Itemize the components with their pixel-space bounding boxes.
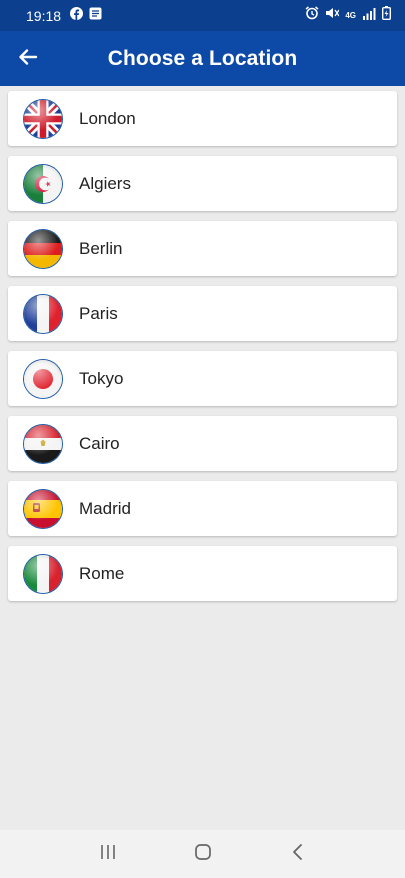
italy-flag-icon	[24, 554, 62, 593]
location-name: London	[79, 108, 136, 128]
location-name: Rome	[79, 563, 125, 583]
recents-icon	[99, 844, 117, 865]
egypt-flag-icon	[24, 424, 62, 463]
location-item-berlin[interactable]: Berlin	[8, 221, 397, 276]
app-bar: Choose a Location	[0, 31, 405, 86]
facebook-icon	[70, 6, 84, 25]
uk-flag-icon	[24, 99, 62, 138]
battery-icon	[381, 6, 391, 25]
location-item-cairo[interactable]: Cairo	[8, 416, 397, 471]
page-title: Choose a Location	[107, 46, 298, 70]
germany-flag-icon	[24, 229, 62, 268]
system-nav-bar	[0, 830, 405, 878]
location-name: Paris	[79, 303, 118, 323]
location-list: London Algiers Berlin Paris Tokyo Cairo …	[8, 91, 397, 611]
spain-flag-icon	[24, 489, 62, 528]
mute-icon	[325, 6, 340, 25]
status-time: 19:18	[26, 7, 62, 24]
location-name: Cairo	[79, 433, 120, 453]
home-icon	[194, 843, 212, 866]
france-flag-icon	[24, 294, 62, 333]
location-name: Tokyo	[79, 368, 124, 388]
location-name: Madrid	[79, 498, 131, 518]
location-item-tokyo[interactable]: Tokyo	[8, 351, 397, 406]
location-name: Berlin	[79, 238, 123, 258]
japan-flag-icon	[24, 359, 62, 398]
alarm-icon	[305, 6, 319, 25]
algeria-flag-icon	[24, 164, 62, 203]
back-button[interactable]	[14, 45, 42, 73]
location-item-rome[interactable]: Rome	[8, 546, 397, 601]
location-item-paris[interactable]: Paris	[8, 286, 397, 341]
location-item-madrid[interactable]: Madrid	[8, 481, 397, 536]
nav-back-button[interactable]	[283, 839, 313, 869]
network-4g-icon: 4G	[345, 10, 356, 20]
back-icon	[291, 843, 305, 866]
location-item-algiers[interactable]: Algiers	[8, 156, 397, 211]
home-button[interactable]	[188, 839, 218, 869]
recents-button[interactable]	[93, 839, 123, 869]
arrow-left-icon	[18, 47, 38, 72]
status-bar: 19:18 4G	[0, 0, 405, 31]
status-icons: 4G	[305, 6, 391, 25]
message-icon	[89, 7, 102, 25]
location-name: Algiers	[79, 173, 131, 193]
location-item-london[interactable]: London	[8, 91, 397, 146]
signal-icon	[362, 7, 376, 25]
